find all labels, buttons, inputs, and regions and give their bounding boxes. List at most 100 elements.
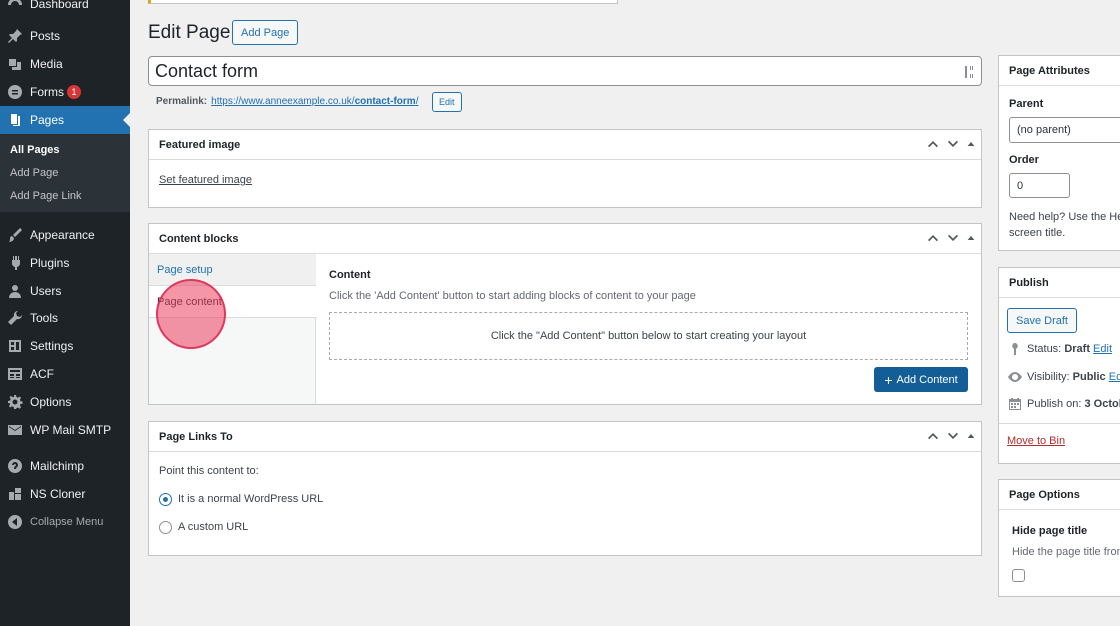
content-label: Content [329,269,371,281]
pin-icon [1012,343,1018,355]
mail-icon [0,422,30,438]
sidebar-item-label: Posts [30,29,61,43]
sidebar-item-appearance[interactable]: Appearance [0,221,130,249]
permalink-slug: contact-form [354,96,416,107]
submenu-all-pages[interactable]: All Pages [10,144,60,156]
sidebar-item-posts[interactable]: Posts [0,22,130,50]
panel-title: Page Links To [159,430,233,443]
chevron-up-icon[interactable] [927,430,939,442]
pages-icon [0,112,30,128]
order-label: Order [1009,154,1039,166]
submenu-add-page-link[interactable]: Add Page Link [10,190,82,202]
sidebar-item-label: Dashboard [30,0,89,11]
sidebar-item-label: Pages [30,113,65,127]
sidebar-item-forms[interactable]: Forms 1 [0,78,130,106]
dashboard-icon [0,0,30,12]
chevron-up-icon[interactable] [927,138,939,150]
publish-date-label: Publish on: [1027,398,1082,410]
sidebar-item-settings[interactable]: Settings [0,332,130,360]
sidebar-item-label: WP Mail SMTP [30,423,112,437]
collapse-menu-button[interactable]: Collapse Menu [0,508,130,536]
sidebar-item-ns-cloner[interactable]: NS Cloner [0,480,130,508]
radio-normal-url-label: It is a normal WordPress URL [178,493,324,505]
hide-title-description: Hide the page title from [1012,546,1120,558]
parent-select-value: (no parent) [1017,124,1071,136]
post-title-input[interactable]: Contact form [148,56,982,86]
radio-custom-url-label: A custom URL [178,521,249,533]
sidebar-item-options[interactable]: Options [0,388,130,416]
sidebar-item-acf[interactable]: ACF [0,360,130,388]
tab-page-setup[interactable]: Page setup [149,254,316,286]
page-options-panel: Page Options Hide page title Hide the pa… [998,479,1120,597]
panel-controls [927,232,975,244]
sidebar-item-label: Plugins [30,256,70,270]
toggle-panel-icon[interactable] [967,430,975,442]
gear-icon [0,394,30,410]
panel-header: Publish [999,268,1120,298]
cloner-icon [0,486,30,502]
sidebar-item-media[interactable]: Media [0,50,130,78]
move-to-bin-link[interactable]: Move to Bin [1007,435,1065,447]
visibility-edit-link[interactable]: Edit [1109,371,1120,383]
sidebar-item-pages[interactable]: Pages [0,106,130,134]
sidebar-item-dashboard[interactable]: Dashboard [0,0,130,18]
edit-permalink-button[interactable]: Edit [432,92,462,112]
add-page-button[interactable]: Add Page [232,20,299,45]
sidebar-item-mailchimp[interactable]: Mailchimp [0,452,130,480]
panel-controls [927,138,975,150]
forms-icon [0,84,30,100]
permalink-link[interactable]: https://www.anneexample.co.uk/contact-fo… [211,96,418,107]
chevron-down-icon[interactable] [947,430,959,442]
radio-custom-url[interactable] [159,521,172,534]
sidebar-item-label: Settings [30,339,74,353]
permalink-row: Permalink: https://www.anneexample.co.uk… [156,96,418,107]
status-value: Draft [1064,343,1090,355]
sidebar-item-label: Media [30,57,63,71]
sidebar-item-label: Options [30,395,72,409]
panel-header: Page Attributes [999,56,1120,86]
submenu-add-page[interactable]: Add Page [10,167,58,179]
panel-header: Page Options [999,480,1120,510]
divider [999,423,1120,424]
order-input[interactable]: 0 [1009,173,1070,198]
content-placeholder: Click the "Add Content" button below to … [329,312,968,360]
status-label: Status: [1027,343,1062,355]
toggle-panel-icon[interactable] [967,138,975,150]
chevron-down-icon[interactable] [947,138,959,150]
media-icon [0,56,30,72]
set-featured-image-link[interactable]: Set featured image [159,174,252,186]
eye-icon [1008,372,1022,382]
save-draft-button[interactable]: Save Draft [1007,308,1077,333]
sidebar-item-label: Mailchimp [30,459,85,473]
panel-header: Content blocks [149,224,981,254]
publish-panel: Publish Save Draft Status: Draft Edit Vi… [998,267,1120,464]
page-attributes-panel: Page Attributes Parent (no parent) Order… [998,55,1120,251]
parent-select[interactable]: (no parent) [1009,117,1120,143]
chevron-down-icon[interactable] [947,232,959,244]
panel-title: Content blocks [159,232,239,245]
sidebar-item-label: Appearance [30,228,95,242]
toggle-panel-icon[interactable] [967,232,975,244]
panel-header: Page Links To [149,422,981,452]
sidebar-item-tools[interactable]: Tools [0,304,130,332]
hide-title-checkbox[interactable] [1012,569,1025,582]
permalink-trail: / [415,96,419,107]
radio-normal-url[interactable] [159,493,172,506]
status-edit-link[interactable]: Edit [1093,343,1112,355]
sidebar-item-plugins[interactable]: Plugins [0,249,130,277]
hide-title-label: Hide page title [1012,525,1088,537]
content-description: Click the 'Add Content' button to start … [329,290,696,302]
visibility-row: Visibility: Public Edit [1027,371,1120,383]
sidebar-item-label: Forms [30,85,64,99]
sidebar-item-label: Users [30,284,62,298]
sidebar-item-users[interactable]: Users [0,277,130,305]
chevron-up-icon[interactable] [927,232,939,244]
sidebar-item-label: Tools [30,311,59,325]
tab-page-content[interactable]: Page content [149,286,317,318]
sidebar-item-label: ACF [30,367,54,381]
admin-sidebar: Dashboard Posts Media Forms 1 Pages All … [0,0,130,626]
sidebar-item-wp-mail-smtp[interactable]: WP Mail SMTP [0,416,130,444]
featured-image-panel: Featured image Set featured image [148,129,982,208]
add-content-button[interactable]: + Add Content [874,367,968,392]
status-row: Status: Draft Edit [1027,343,1112,355]
